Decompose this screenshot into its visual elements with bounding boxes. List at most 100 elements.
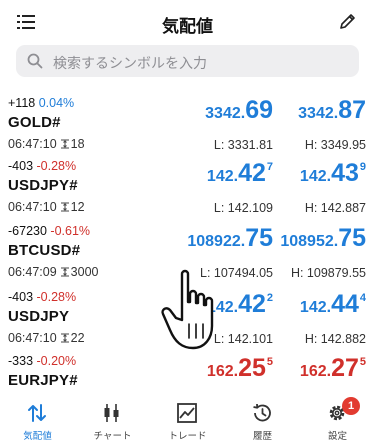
ask-price: 3342.87 — [298, 96, 366, 125]
trade-chart-icon — [177, 403, 197, 423]
quote-time: 06:47:09 — [8, 265, 57, 279]
price-prefix: 3342. — [298, 105, 339, 122]
quote-time: 06:47:10 — [8, 331, 57, 345]
symbol-name: BTCUSD# — [8, 242, 81, 259]
tab-history[interactable]: 履歴 — [225, 398, 300, 447]
price-prefix: 142. — [299, 168, 332, 185]
notification-badge: 1 — [342, 397, 360, 415]
quote-meta: 06:47:09 3000 — [8, 265, 98, 279]
price-big-digits: 27 — [331, 354, 359, 382]
spread-value: 3000 — [70, 265, 99, 279]
price-big-digits: 43 — [331, 159, 359, 187]
price-big-digits: 75 — [338, 224, 366, 252]
change-points: -403 — [8, 159, 34, 173]
low-price: L: 142.109 — [213, 201, 273, 215]
price-big-digits: 75 — [245, 224, 273, 252]
change-points: -333 — [8, 354, 34, 368]
quote-meta: 06:47:10 18 — [8, 137, 85, 151]
daily-change: -403 -0.28% — [8, 159, 76, 173]
ask-price: 142.444 — [300, 290, 366, 319]
high-price: H: 109879.55 — [290, 266, 366, 280]
quote-time: 06:47:10 — [8, 200, 57, 214]
price-pipette: 4 — [359, 292, 366, 304]
symbol-name: EURJPY# — [8, 372, 78, 389]
daily-change: +118 0.04% — [8, 96, 74, 110]
change-percent: 0.04% — [38, 96, 75, 110]
tab-label: 設定 — [327, 431, 347, 442]
spread-value: 18 — [70, 137, 85, 151]
price-pipette: 7 — [266, 161, 273, 173]
ask-price: 142.439 — [300, 159, 366, 188]
high-price: H: 142.887 — [304, 201, 366, 215]
price-prefix: 3342. — [205, 105, 246, 122]
quote-meta: 06:47:10 22 — [8, 331, 85, 345]
bid-price: 162.255 — [207, 354, 273, 383]
quote-row[interactable]: +118 0.04% GOLD# 06:47:10 18 3342.69 3342… — [0, 96, 375, 160]
price-big-digits: 25 — [238, 354, 266, 382]
candlestick-icon — [104, 404, 119, 422]
price-pipette: 5 — [359, 356, 366, 368]
tab-chart[interactable]: チャート — [75, 398, 150, 447]
price-big-digits: 42 — [238, 290, 266, 318]
tab-label: 気配値 — [23, 431, 52, 442]
symbol-name: GOLD# — [8, 114, 61, 131]
symbol-name: USDJPY — [8, 308, 70, 325]
high-price: H: 142.882 — [304, 332, 366, 346]
low-price: L: 142.101 — [213, 332, 273, 346]
price-prefix: 108922. — [187, 233, 246, 250]
bid-price: 142.427 — [207, 159, 273, 188]
spread-icon — [60, 139, 69, 149]
daily-change: -67230 -0.61% — [8, 224, 90, 238]
change-points: -67230 — [8, 224, 47, 238]
quote-row[interactable]: -403 -0.28% USDJPY# 06:47:10 12 142.427 1… — [0, 159, 375, 223]
price-big-digits: 44 — [331, 290, 359, 318]
price-pipette: 5 — [266, 356, 273, 368]
bottom-tab-bar: 気配値 チャート トレード 履歴 1 設定 — [0, 397, 375, 447]
ask-price: 108952.75 — [280, 224, 366, 253]
page-title: 気配値 — [162, 17, 213, 36]
pointer-hand-icon — [161, 269, 214, 350]
high-price: H: 3349.95 — [304, 138, 366, 152]
price-pipette: 2 — [266, 292, 273, 304]
search-icon — [27, 53, 43, 69]
spread-value: 12 — [70, 200, 85, 214]
tab-settings[interactable]: 1 設定 — [300, 397, 375, 447]
history-clock-icon — [253, 403, 271, 422]
symbol-name: USDJPY# — [8, 177, 78, 194]
change-percent: -0.28% — [36, 290, 77, 304]
quote-time: 06:47:10 — [8, 137, 57, 151]
low-price: L: 3331.81 — [213, 138, 273, 152]
top-bar: 気配値 — [0, 0, 375, 42]
change-points: -403 — [8, 290, 34, 304]
price-big-digits: 42 — [238, 159, 266, 187]
tab-trade[interactable]: トレード — [150, 398, 225, 447]
ask-price: 162.275 — [300, 354, 366, 383]
arrows-updown-icon — [28, 404, 46, 422]
spread-icon — [60, 333, 69, 343]
change-percent: -0.61% — [50, 224, 91, 238]
daily-change: -403 -0.28% — [8, 290, 76, 304]
spread-value: 22 — [70, 331, 85, 345]
quote-meta: 06:47:10 12 — [8, 200, 85, 214]
price-big-digits: 87 — [338, 96, 366, 124]
price-prefix: 142. — [299, 299, 332, 316]
spread-icon — [60, 202, 69, 212]
spread-icon — [60, 267, 69, 277]
price-pipette: 9 — [359, 161, 366, 173]
price-prefix: 108952. — [280, 233, 339, 250]
bid-price: 3342.69 — [205, 96, 273, 125]
edit-pencil-icon[interactable] — [339, 12, 357, 30]
price-big-digits: 69 — [245, 96, 273, 124]
tab-label: 履歴 — [252, 431, 272, 442]
price-prefix: 162. — [299, 363, 332, 380]
search-input[interactable]: 検索するシンボルを入力 — [53, 53, 207, 73]
price-prefix: 162. — [206, 363, 239, 380]
change-percent: -0.28% — [36, 159, 77, 173]
tab-label: トレード — [168, 431, 207, 442]
tab-label: チャート — [93, 431, 132, 442]
daily-change: -333 -0.20% — [8, 354, 76, 368]
search-bar[interactable]: 検索するシンボルを入力 — [16, 45, 359, 77]
price-prefix: 142. — [206, 168, 239, 185]
change-points: +118 — [8, 96, 36, 110]
tab-quotes[interactable]: 気配値 — [0, 398, 75, 447]
